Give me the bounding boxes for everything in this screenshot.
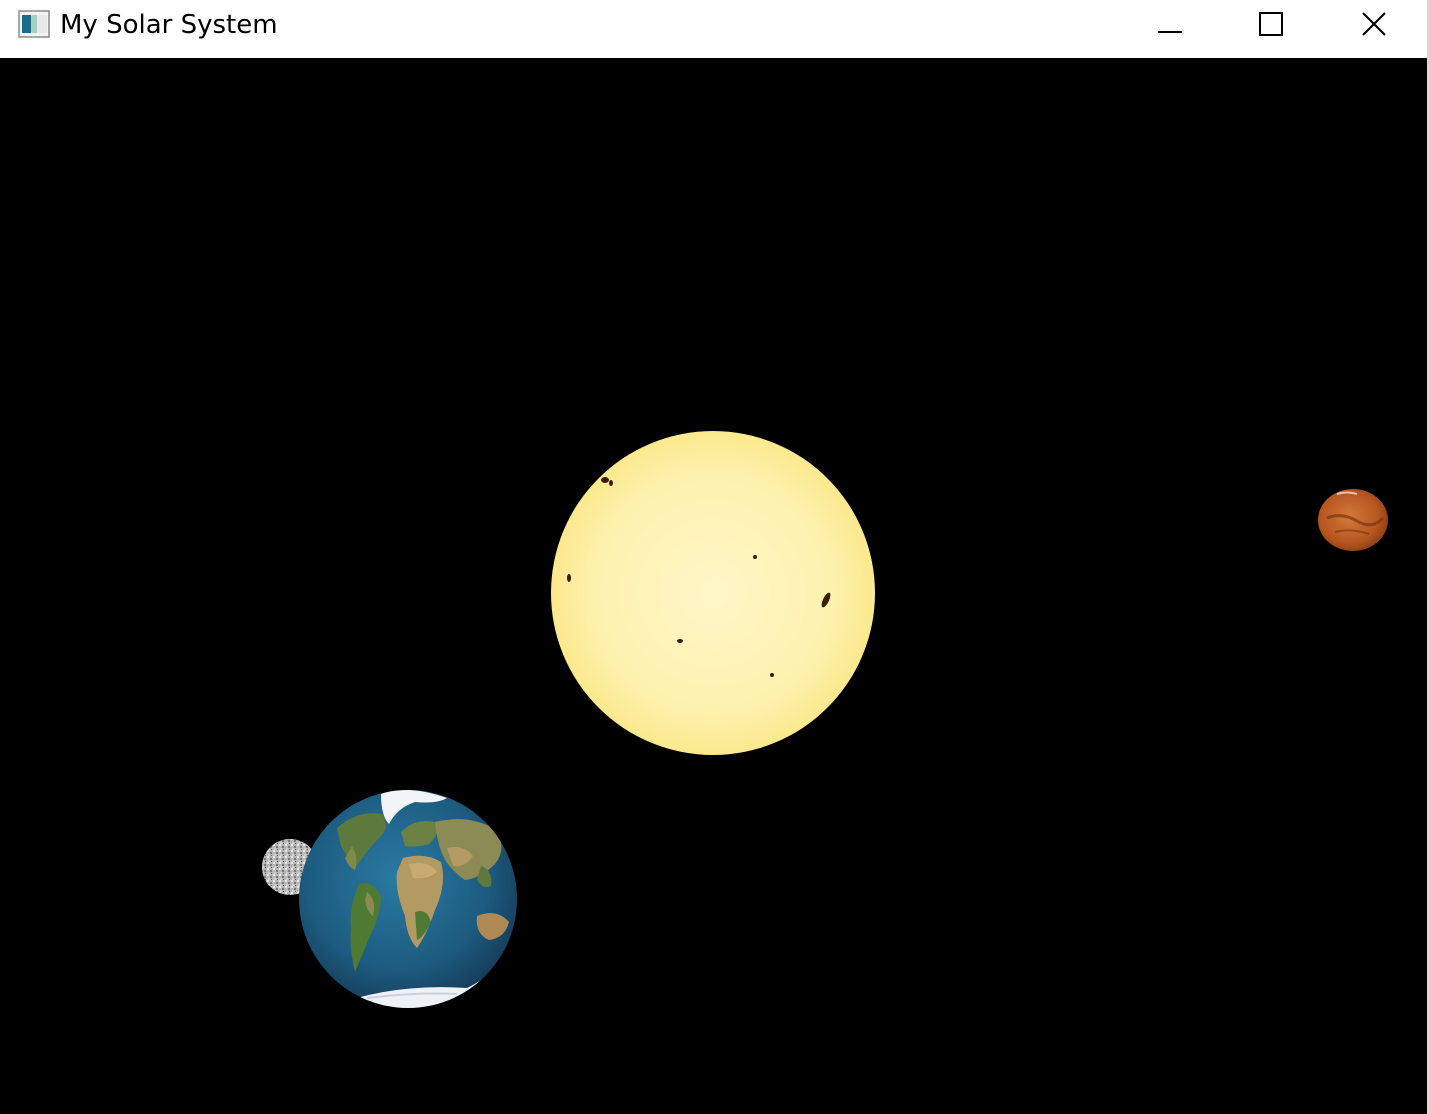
close-icon xyxy=(1362,12,1386,36)
close-button[interactable] xyxy=(1324,0,1424,48)
title-bar[interactable]: My Solar System xyxy=(0,0,1427,59)
application-window: My Solar System xyxy=(0,0,1429,1114)
window-title: My Solar System xyxy=(60,10,278,40)
render-canvas[interactable] xyxy=(0,58,1427,1114)
maximize-button[interactable] xyxy=(1221,0,1321,48)
app-icon xyxy=(18,10,50,38)
minimize-button[interactable] xyxy=(1120,0,1220,48)
minimize-icon xyxy=(1158,31,1182,33)
mars xyxy=(1318,489,1388,551)
earth xyxy=(299,790,517,1008)
maximize-icon xyxy=(1259,12,1283,36)
sun xyxy=(551,431,875,755)
